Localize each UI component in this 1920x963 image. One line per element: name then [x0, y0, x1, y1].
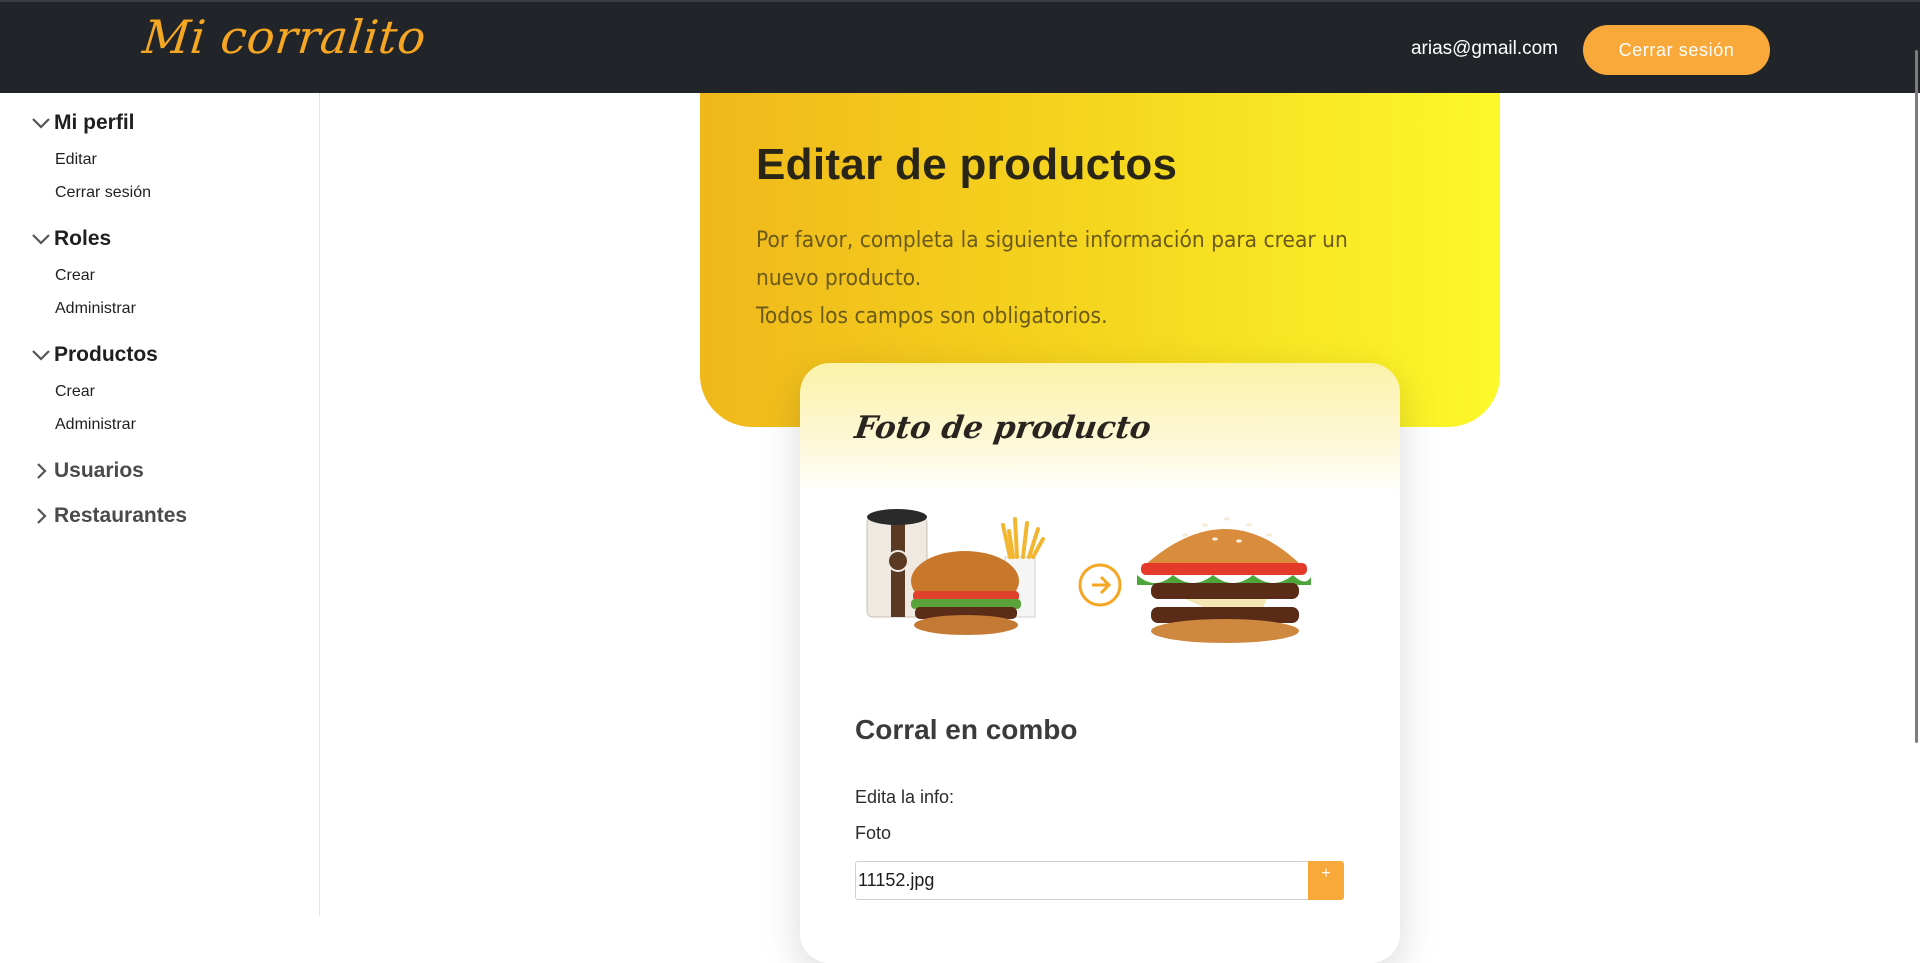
chevron-right-icon: [37, 463, 47, 479]
page-subtitle: Por favor, completa la siguiente informa…: [756, 222, 1400, 336]
burger-image: [1137, 517, 1311, 643]
brand-logo[interactable]: Mi corralito: [140, 10, 429, 64]
product-photo-preview: [866, 509, 1311, 643]
page-title: Editar de productos: [756, 140, 1178, 189]
chevron-down-icon: [32, 234, 50, 245]
arrow-right-icon: [1078, 563, 1122, 607]
user-email: arias@gmail.com: [1410, 38, 1558, 59]
sidebar-item-productos-crear[interactable]: Crear: [55, 383, 95, 401]
edit-info-label: Edita la info:: [855, 787, 955, 807]
add-file-button[interactable]: +: [1308, 861, 1344, 900]
page-subtitle-line: Todos los campos son obligatorios.: [756, 304, 1108, 329]
sidebar-group-productos[interactable]: Productos: [30, 340, 158, 370]
sidebar-group-usuarios[interactable]: Usuarios: [30, 456, 144, 486]
page-scrollbar[interactable]: [1915, 50, 1918, 743]
sidebar-item-productos-administrar[interactable]: Administrar: [55, 416, 136, 434]
chevron-down-icon: [32, 118, 50, 129]
sidebar-group-restaurantes[interactable]: Restaurantes: [30, 501, 187, 531]
sidebar-item-roles-administrar[interactable]: Administrar: [55, 300, 136, 318]
combo-burger-image: [911, 551, 1021, 635]
sidebar-group-label: Productos: [54, 343, 158, 366]
chevron-down-icon: [32, 350, 50, 361]
sidebar-group-label: Mi perfil: [54, 111, 135, 134]
page-subtitle-line: Por favor, completa la siguiente informa…: [756, 228, 1348, 291]
card-title: Foto de producto: [852, 410, 1154, 446]
sidebar-group-mi-perfil[interactable]: Mi perfil: [30, 108, 135, 138]
top-header: Mi corralito arias@gmail.com Cerrar sesi…: [0, 0, 1920, 93]
sidebar: Mi perfil Editar Cerrar sesión Roles Cre…: [0, 93, 320, 916]
sidebar-item-cerrar-sesion[interactable]: Cerrar sesión: [55, 184, 151, 202]
photo-field-label: Foto: [855, 823, 892, 843]
sidebar-item-roles-crear[interactable]: Crear: [55, 267, 95, 285]
logout-button[interactable]: Cerrar sesión: [1583, 25, 1770, 75]
sidebar-group-label: Restaurantes: [54, 504, 188, 527]
product-name: Corral en combo: [855, 714, 1078, 745]
sidebar-group-roles[interactable]: Roles: [30, 224, 111, 254]
sidebar-group-label: Usuarios: [54, 459, 144, 482]
sidebar-group-label: Roles: [54, 227, 112, 250]
chevron-right-icon: [37, 508, 47, 524]
sidebar-item-editar[interactable]: Editar: [55, 151, 97, 169]
photo-file-input[interactable]: [855, 861, 1309, 900]
